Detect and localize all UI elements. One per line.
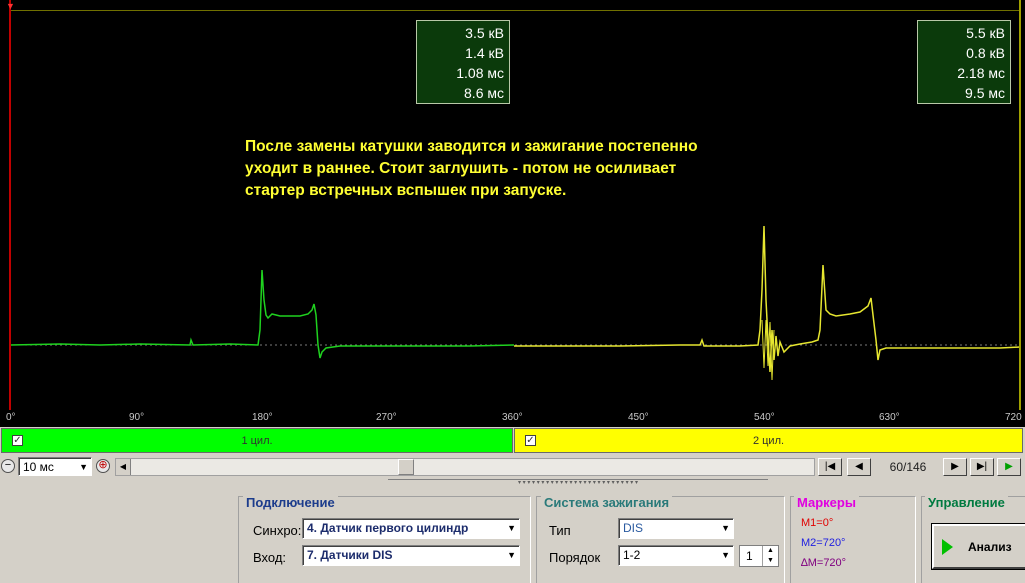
channel-2-bar[interactable]: ✓ 2 цил. (514, 428, 1023, 453)
marker-m2-line[interactable] (1019, 0, 1021, 410)
scope-top-border (9, 10, 1021, 11)
degree-tick: 0° (6, 412, 16, 423)
order-select[interactable]: 1-2 ▼ (618, 545, 734, 566)
marker-m1-flag-icon[interactable]: ▼ (6, 2, 15, 11)
frame-counter: 60/146 (889, 460, 927, 474)
timebase-value: 10 мс (23, 460, 54, 474)
splitter-grip[interactable]: ▾ ▾ ▾ ▾ ▾ ▾ ▾ ▾ ▾ ▾ ▾ ▾ ▾ ▾ ▾ ▾ ▾ ▾ ▾ ▾ … (388, 479, 768, 486)
note-line-1: После замены катушки заводится и зажиган… (245, 138, 698, 155)
first-frame-button[interactable]: |◀ (818, 458, 842, 476)
type-label: Тип (549, 523, 571, 538)
play-button[interactable]: ▶ (997, 458, 1021, 476)
marker-delta-value: ∆M=720° (801, 557, 847, 569)
input-label: Вход: (253, 550, 287, 565)
marker-m2-value: M2=720° (801, 537, 846, 549)
connection-title: Подключение (243, 495, 338, 510)
sync-value: 4. Датчик первого цилиндр (307, 521, 469, 535)
channel-2-label: 2 цил. (752, 434, 785, 447)
scope-display[interactable]: ▼ 3.5 кВ 1.4 кВ 1.08 мс 8.6 мс 5.5 кВ 0.… (0, 0, 1025, 427)
order-label: Порядок (549, 550, 601, 565)
oscilloscope-app: ▼ 3.5 кВ 1.4 кВ 1.08 мс 8.6 мс 5.5 кВ 0.… (0, 0, 1025, 583)
order-spinner[interactable]: 1 ▲ ▼ (739, 545, 779, 567)
markers-title: Маркеры (794, 495, 859, 510)
chevron-down-icon: ▼ (721, 523, 730, 533)
play-icon (942, 539, 953, 555)
chevron-down-icon: ▼ (79, 462, 88, 472)
prev-frame-button[interactable]: ◀ (847, 458, 871, 476)
degree-tick: 720 (1005, 412, 1022, 423)
control-title: Управление (925, 495, 1008, 510)
marker-m1-value: M1=0° (801, 517, 834, 529)
measurement-box-cylinder-1: 3.5 кВ 1.4 кВ 1.08 мс 8.6 мс (416, 20, 510, 104)
spin-arrows-icon[interactable]: ▲ ▼ (762, 546, 778, 566)
meas-1-burn-voltage: 1.4 кВ (465, 45, 504, 61)
ignition-title: Система зажигания (541, 495, 673, 510)
meas-1-burn-time: 1.08 мс (456, 65, 504, 81)
type-value: DIS (623, 521, 644, 535)
channel-1-label: 1 цил. (241, 434, 273, 447)
zoom-in-icon[interactable]: ⊕ (96, 459, 110, 473)
waveform-canvas (9, 225, 1021, 381)
input-select[interactable]: 7. Датчики DIS ▼ (302, 545, 520, 566)
degree-tick: 270° (376, 412, 397, 423)
note-line-3: стартер встречных вспышек при запуске. (245, 182, 567, 199)
measurement-box-cylinder-2: 5.5 кВ 0.8 кВ 2.18 мс 9.5 мс (917, 20, 1011, 104)
meas-1-dwell-time: 8.6 мс (464, 85, 504, 101)
degree-tick: 180° (252, 412, 273, 423)
type-select[interactable]: DIS ▼ (618, 518, 734, 539)
channel-1-checkbox[interactable]: ✓ (12, 435, 23, 446)
last-frame-button[interactable]: ▶| (970, 458, 994, 476)
order-spin-value: 1 (746, 549, 753, 563)
meas-2-peak-voltage: 5.5 кВ (966, 25, 1005, 41)
sync-label: Синхро: (253, 523, 302, 538)
order-value: 1-2 (623, 548, 641, 562)
input-value: 7. Датчики DIS (307, 548, 393, 562)
degree-tick: 90° (129, 412, 145, 423)
timebase-select[interactable]: 10 мс ▼ (18, 457, 92, 476)
degree-tick: 630° (879, 412, 900, 423)
analyze-button[interactable]: Анализ (931, 523, 1025, 570)
annotation-note: После замены катушки заводится и зажиган… (245, 136, 805, 202)
channel-1-bar[interactable]: ✓ 1 цил. (1, 428, 513, 453)
next-frame-button[interactable]: ▶ (943, 458, 967, 476)
marker-m1-line[interactable] (9, 0, 11, 410)
chevron-down-icon: ▼ (507, 523, 516, 533)
chevron-down-icon: ▼ (721, 550, 730, 560)
meas-1-peak-voltage: 3.5 кВ (465, 25, 504, 41)
note-line-2: уходит в раннее. Стоит заглушить - потом… (245, 160, 677, 177)
meas-2-dwell-time: 9.5 мс (965, 85, 1005, 101)
timeline-toolbar: − 10 мс ▼ ⊕ ◀ |◀ ◀ 60/146 ▶ ▶| ▶ (0, 455, 1025, 478)
degree-tick: 450° (628, 412, 649, 423)
scroll-left-icon[interactable]: ◀ (116, 459, 131, 475)
scroll-thumb[interactable] (398, 459, 414, 475)
degree-tick: 540° (754, 412, 775, 423)
time-scrollbar[interactable]: ◀ (115, 458, 815, 476)
degree-tick: 360° (502, 412, 523, 423)
analyze-label: Анализ (968, 540, 1012, 554)
chevron-down-icon: ▼ (507, 550, 516, 560)
channel-strip: ✓ 1 цил. ✓ 2 цил. (0, 428, 1025, 453)
meas-2-burn-voltage: 0.8 кВ (966, 45, 1005, 61)
meas-2-burn-time: 2.18 мс (957, 65, 1005, 81)
sync-select[interactable]: 4. Датчик первого цилиндр ▼ (302, 518, 520, 539)
zoom-out-icon[interactable]: − (1, 459, 15, 473)
channel-2-checkbox[interactable]: ✓ (525, 435, 536, 446)
